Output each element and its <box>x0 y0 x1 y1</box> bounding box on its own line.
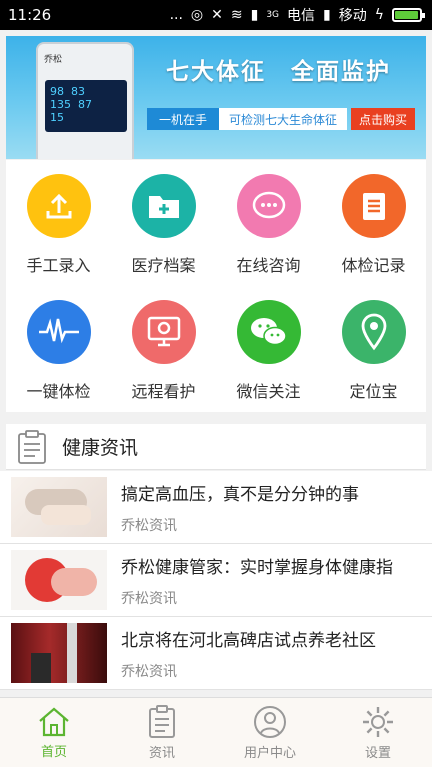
signal-icon: ▮ <box>250 7 259 23</box>
tile-remote-care[interactable]: 远程看护 <box>111 286 216 412</box>
tab-label: 用户中心 <box>243 745 296 761</box>
clipboard-icon <box>18 429 46 464</box>
location-pin-icon <box>341 300 406 364</box>
list-item[interactable]: 搞定高血压，真不是分分钟的事 乔松资讯 <box>0 471 432 544</box>
upload-icon <box>26 174 91 238</box>
wifi-icon: ≋ <box>230 7 243 23</box>
gear-icon <box>363 706 393 737</box>
news-source: 乔松资讯 <box>121 663 177 680</box>
tile-locator[interactable]: 定位宝 <box>321 286 426 412</box>
banner-pill-mid: 可检测七大生命体征 <box>219 108 348 130</box>
news-section-title: 健康资讯 <box>62 437 139 459</box>
tab-news[interactable]: 资讯 <box>108 698 216 767</box>
network-type: 3G <box>266 10 280 20</box>
carrier-1: 电信 <box>287 8 316 24</box>
alarm-icon: ◎ <box>190 7 204 23</box>
signal-icon-2: ▮ <box>323 7 331 23</box>
news-thumbnail <box>11 477 107 537</box>
heartbeat-icon <box>26 300 91 364</box>
list-item[interactable]: 北京将在河北高碑店试点养老社区 乔松资讯 <box>0 617 432 690</box>
wechat-icon <box>236 300 301 364</box>
news-list: 搞定高血压，真不是分分钟的事 乔松资讯 乔松健康管家：实时掌握身体健康指 乔松资… <box>0 471 432 690</box>
tile-quick-checkup[interactable]: 一键体检 <box>6 286 111 412</box>
tile-medical-records[interactable]: 医疗档案 <box>111 160 216 286</box>
tile-label: 微信关注 <box>236 382 301 401</box>
device-image: 乔松 98 83 135 87 15 <box>36 42 134 159</box>
tile-online-consult[interactable]: 在线咨询 <box>216 160 321 286</box>
chat-icon <box>236 174 301 238</box>
news-section-header: 健康资讯 <box>6 424 426 470</box>
news-icon <box>149 704 175 738</box>
news-headline: 搞定高血压，真不是分分钟的事 <box>121 484 359 505</box>
tile-label: 体检记录 <box>341 256 406 275</box>
tab-home[interactable]: 首页 <box>0 698 108 767</box>
status-bar: 11:26 ... ◎ ✕ ≋ ▮ 3G 电信 ▮ 移动 ϟ <box>0 0 432 30</box>
tile-label: 在线咨询 <box>236 256 301 275</box>
tab-settings[interactable]: 设置 <box>324 698 432 767</box>
device-screen: 98 83 135 87 15 <box>45 80 127 132</box>
promo-banner[interactable]: 乔松 98 83 135 87 15 七大体征 全面监护 一机在手 可检测七大生… <box>6 36 426 159</box>
folder-icon <box>131 174 196 238</box>
status-icons: ... ◎ ✕ ≋ ▮ 3G 电信 ▮ 移动 ϟ <box>169 5 425 25</box>
news-source: 乔松资讯 <box>121 517 177 534</box>
clipboard-icon <box>341 174 406 238</box>
monitor-icon <box>131 300 196 364</box>
mute-icon: ✕ <box>211 7 223 23</box>
carrier-2: 移动 <box>338 8 367 24</box>
battery-icon <box>392 8 425 22</box>
bottom-tab-bar: 首页 资讯 用户中心 设置 <box>0 697 432 767</box>
user-icon <box>254 705 286 738</box>
tab-label: 资讯 <box>148 745 175 761</box>
tile-label: 医疗档案 <box>131 256 196 275</box>
news-source: 乔松资讯 <box>121 590 177 607</box>
news-thumbnail <box>11 550 107 610</box>
feature-grid: 手工录入 医疗档案 在线咨询 体检记录 一键体检 远程看护 微信关注 定位宝 <box>6 160 426 412</box>
device-brand: 乔松 <box>44 55 63 65</box>
banner-pill: 一机在手 可检测七大生命体征 点击购买 <box>147 108 416 130</box>
tile-wechat[interactable]: 微信关注 <box>216 286 321 412</box>
list-item[interactable]: 乔松健康管家：实时掌握身体健康指 乔松资讯 <box>0 544 432 617</box>
tile-manual-entry[interactable]: 手工录入 <box>6 160 111 286</box>
home-icon <box>39 707 69 736</box>
tab-user-center[interactable]: 用户中心 <box>216 698 324 767</box>
buy-button[interactable]: 点击购买 <box>351 108 416 130</box>
tile-label: 一键体检 <box>26 382 91 401</box>
tile-label: 远程看护 <box>131 382 196 401</box>
news-thumbnail <box>11 623 107 683</box>
tile-checkup-records[interactable]: 体检记录 <box>321 160 426 286</box>
tab-label: 设置 <box>364 745 391 761</box>
tile-label: 定位宝 <box>349 382 398 401</box>
charging-icon: ϟ <box>374 7 384 23</box>
tab-label: 首页 <box>40 744 67 760</box>
banner-pill-left: 一机在手 <box>147 108 220 130</box>
tile-label: 手工录入 <box>26 256 91 275</box>
banner-title: 七大体征 全面监护 <box>166 59 391 85</box>
news-headline: 乔松健康管家：实时掌握身体健康指 <box>121 557 393 578</box>
notification-dots: ... <box>169 7 183 23</box>
status-time: 11:26 <box>8 6 52 24</box>
news-headline: 北京将在河北高碑店试点养老社区 <box>121 630 376 651</box>
